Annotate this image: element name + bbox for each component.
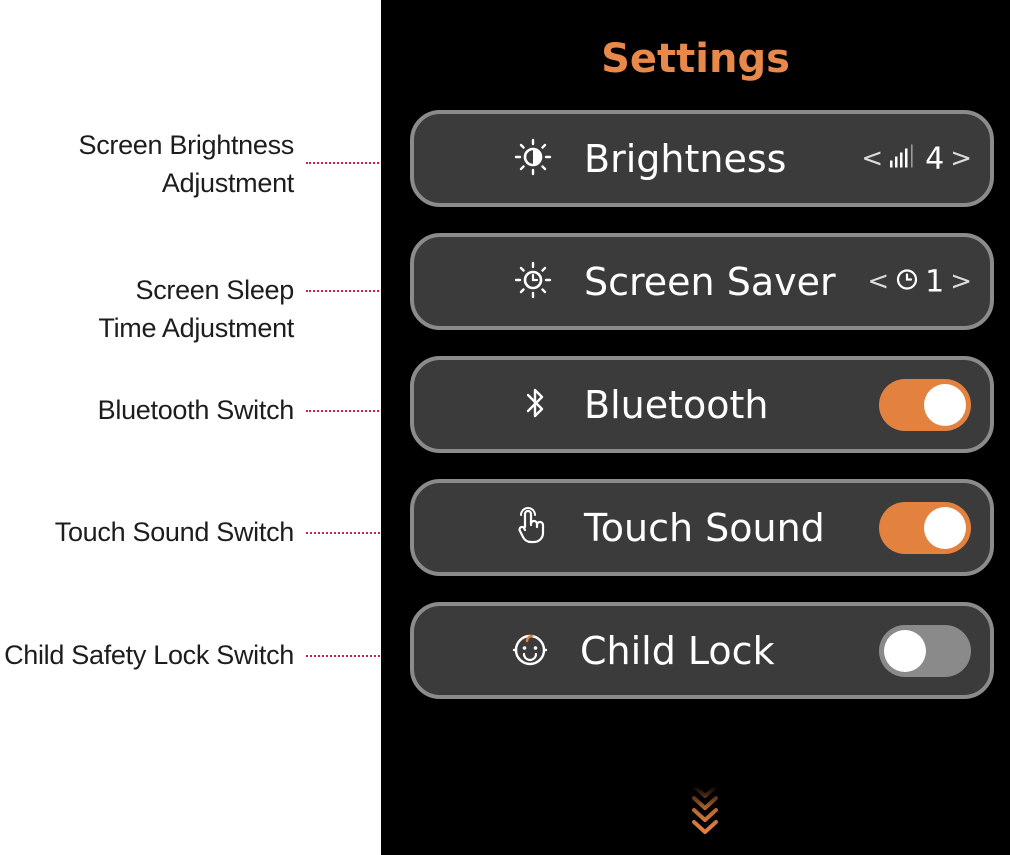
- screen-saver-icon: [514, 261, 552, 303]
- brightness-icon: [514, 138, 552, 180]
- touch-sound-label: Touch Sound: [584, 505, 825, 550]
- toggle-knob: [924, 383, 966, 426]
- brightness-decrease-button[interactable]: <: [861, 144, 883, 174]
- bluetooth-toggle[interactable]: [879, 378, 971, 431]
- bluetooth-label: Bluetooth: [584, 382, 769, 427]
- child-face-icon: [510, 629, 550, 673]
- touch-sound-toggle[interactable]: [879, 501, 971, 554]
- touch-hand-icon: [516, 506, 550, 549]
- child-lock-label: Child Lock: [580, 628, 775, 673]
- bluetooth-icon: [524, 384, 548, 426]
- annotation-bluetooth: Bluetooth Switch: [97, 395, 295, 425]
- annotation-child-lock: Child Safety Lock Switch: [4, 640, 294, 670]
- screen-saver-value: 1: [925, 264, 945, 299]
- chevrons-down-icon[interactable]: [691, 772, 719, 834]
- screen-saver-increase-button[interactable]: >: [950, 267, 972, 297]
- annotation-brightness: Screen Brightness Adjustment: [78, 130, 294, 198]
- screen-saver-label: Screen Saver: [584, 259, 836, 304]
- setting-row-touch-sound: Touch Sound: [410, 479, 994, 576]
- brightness-label: Brightness: [584, 136, 787, 181]
- setting-row-brightness: Brightness < 4 >: [410, 110, 994, 207]
- child-lock-toggle[interactable]: [879, 624, 971, 677]
- setting-row-child-lock: Child Lock: [410, 602, 994, 699]
- setting-row-bluetooth: Bluetooth: [410, 356, 994, 453]
- page-title: Settings: [601, 36, 790, 82]
- screen-saver-stepper: < 1 >: [867, 264, 972, 299]
- clock-icon: [895, 268, 919, 296]
- annotation-screen-saver: Screen Sleep Time Adjustment: [98, 275, 294, 343]
- brightness-stepper: < 4 >: [861, 141, 972, 176]
- signal-bars-icon: [889, 144, 919, 174]
- toggle-knob: [884, 629, 926, 672]
- device-screen: Settings Brightness < 4 > Screen Saver <…: [381, 0, 1010, 855]
- setting-row-screen-saver: Screen Saver < 1 >: [410, 233, 994, 330]
- brightness-increase-button[interactable]: >: [950, 144, 972, 174]
- toggle-knob: [924, 506, 966, 549]
- annotation-touch-sound: Touch Sound Switch: [54, 517, 295, 547]
- brightness-value: 4: [925, 141, 945, 176]
- screen-saver-decrease-button[interactable]: <: [867, 267, 889, 297]
